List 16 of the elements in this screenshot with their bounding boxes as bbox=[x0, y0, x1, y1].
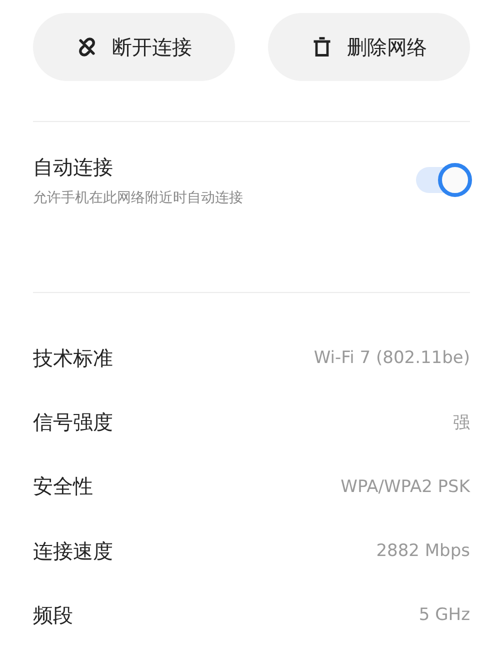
action-button[interactable]: 删除网络 bbox=[268, 13, 470, 81]
setting-title: 自动连接 bbox=[33, 154, 114, 180]
detail-label: 技术标准 bbox=[33, 344, 113, 372]
unlink-icon bbox=[76, 36, 98, 58]
detail-label: 信号强度 bbox=[33, 408, 113, 436]
setting-description: 允许手机在此网络附近时自动连接 bbox=[33, 188, 243, 206]
action-button[interactable]: 断开连接 bbox=[33, 13, 235, 81]
detail-label: 连接速度 bbox=[33, 538, 113, 565]
detail-label: 安全性 bbox=[33, 473, 93, 500]
detail-value: 强 bbox=[453, 412, 470, 434]
detail-label: 频段 bbox=[33, 602, 73, 629]
detail-value: WPA/WPA2 PSK bbox=[340, 476, 470, 497]
trash-icon bbox=[311, 36, 333, 58]
detail-value: 5 GHz bbox=[418, 605, 470, 626]
detail-value: Wi-Fi 7 (802.11be) bbox=[314, 348, 470, 368]
detail-value: 2882 Mbps bbox=[376, 541, 470, 562]
